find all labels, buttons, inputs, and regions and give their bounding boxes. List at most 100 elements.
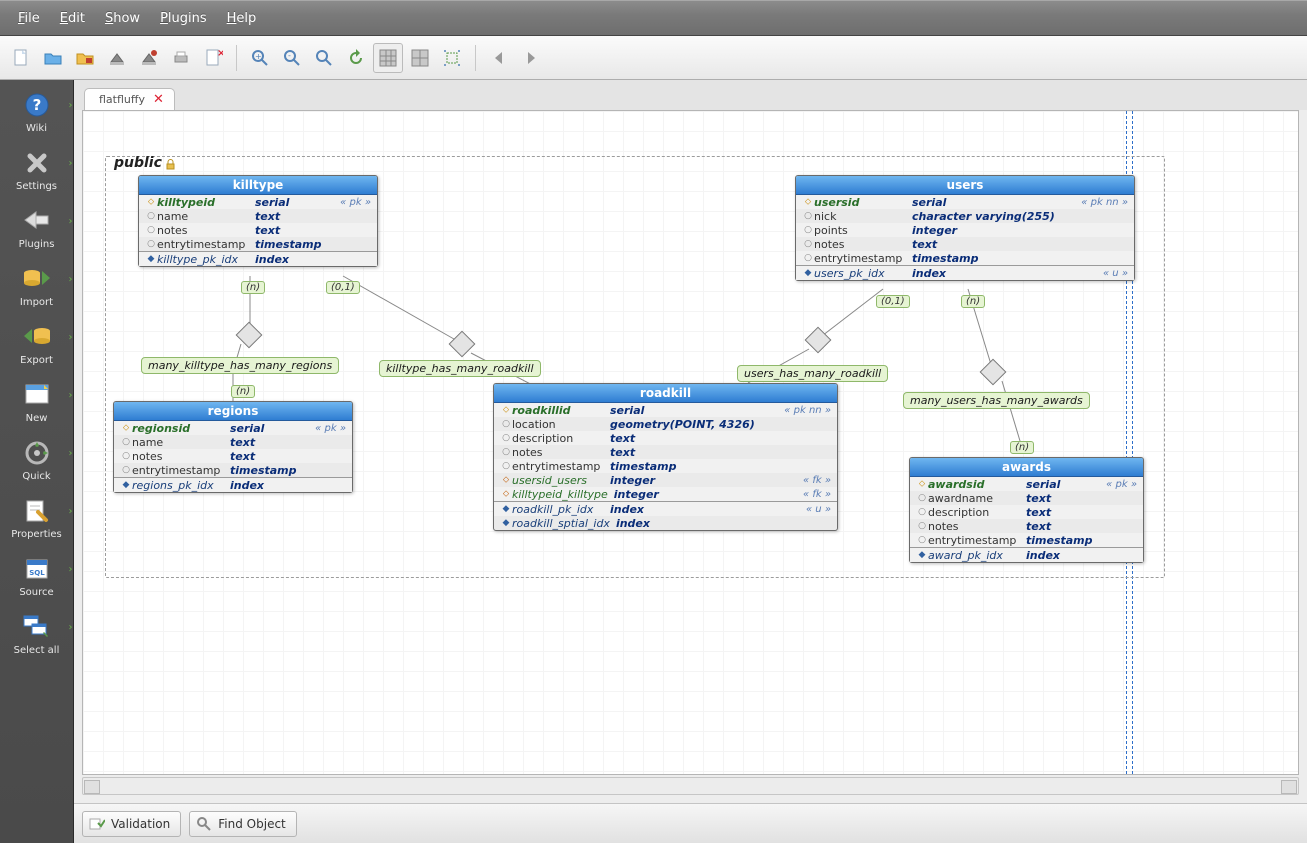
table-row[interactable]: ◆users_pk_idxindex« u »	[796, 266, 1134, 280]
table-row[interactable]: ○notestext	[796, 237, 1134, 251]
table-row[interactable]: ◆award_pk_idxindex	[910, 548, 1143, 562]
column-name: notes	[928, 520, 1020, 533]
folder-locked-icon[interactable]	[70, 43, 100, 73]
table-row[interactable]: ○notestext	[139, 223, 377, 237]
menu-help[interactable]: Help	[217, 5, 267, 32]
table-regions[interactable]: regions ⬦regionsidserial« pk »○nametext○…	[113, 401, 353, 493]
table-row[interactable]: ○entrytimestamptimestamp	[910, 533, 1143, 547]
table-row[interactable]: ○nickcharacter varying(255)	[796, 209, 1134, 223]
column-type: serial	[249, 196, 336, 209]
svg-text:+: +	[255, 52, 262, 61]
menu-show[interactable]: Show	[95, 5, 150, 32]
table-roadkill[interactable]: roadkill ⬦roadkillidserial« pk nn »○loca…	[493, 383, 838, 531]
table-row[interactable]: ◆killtype_pk_idxindex	[139, 252, 377, 266]
rel-users-roadkill[interactable]: users_has_many_roadkill	[737, 365, 888, 382]
rel-killtype-regions[interactable]: many_killtype_has_many_regions	[141, 357, 339, 374]
menu-plugins[interactable]: Plugins	[150, 5, 217, 32]
save-icon[interactable]	[102, 43, 132, 73]
column-name: name	[132, 436, 224, 449]
table-row[interactable]: ⬦regionsidserial« pk »	[114, 421, 352, 435]
close-file-icon[interactable]: ×	[198, 43, 228, 73]
cardinality: (n)	[241, 281, 265, 294]
grid-large-icon[interactable]	[405, 43, 435, 73]
snap-icon[interactable]	[437, 43, 467, 73]
print-icon[interactable]	[166, 43, 196, 73]
sidebar-import[interactable]: Import	[7, 264, 67, 308]
table-row[interactable]: ◆roadkill_pk_idxindex« u »	[494, 502, 837, 516]
diagram-canvas[interactable]: public	[83, 111, 1298, 774]
zoom-in-icon[interactable]: +	[245, 43, 275, 73]
column-icon: ○	[120, 437, 132, 447]
refresh-icon[interactable]	[341, 43, 371, 73]
sidebar: ?Wiki Settings Plugins Import Export New…	[0, 80, 74, 843]
table-row[interactable]: ⬦roadkillidserial« pk nn »	[494, 403, 837, 417]
table-row[interactable]: ○notestext	[494, 445, 837, 459]
sidebar-new[interactable]: New	[7, 380, 67, 424]
save-as-icon[interactable]	[134, 43, 164, 73]
table-row[interactable]: ◆regions_pk_idxindex	[114, 478, 352, 492]
column-name: name	[157, 210, 249, 223]
table-awards[interactable]: awards ⬦awardsidserial« pk »○awardnamete…	[909, 457, 1144, 563]
tab-close-icon[interactable]: ✕	[153, 93, 164, 106]
column-type: text	[604, 432, 827, 445]
table-row[interactable]: ○entrytimestamptimestamp	[139, 237, 377, 251]
table-row[interactable]: ◆roadkill_sptial_idxindex	[494, 516, 837, 530]
rel-users-awards[interactable]: many_users_has_many_awards	[903, 392, 1090, 409]
sidebar-new-label: New	[26, 413, 48, 424]
table-row[interactable]: ⬦usersidserial« pk nn »	[796, 195, 1134, 209]
main-area: flatfluffy ✕ public	[74, 80, 1307, 803]
sidebar-select-all[interactable]: Select all	[7, 612, 67, 656]
table-row[interactable]: ○descriptiontext	[494, 431, 837, 445]
open-folder-icon[interactable]	[38, 43, 68, 73]
sidebar-source[interactable]: SQLSource	[7, 554, 67, 598]
table-row[interactable]: ○entrytimestamptimestamp	[796, 251, 1134, 265]
tab-model[interactable]: flatfluffy ✕	[84, 88, 175, 110]
column-name: roadkill_pk_idx	[512, 503, 604, 516]
table-users[interactable]: users ⬦usersidserial« pk nn »○nickcharac…	[795, 175, 1135, 281]
sidebar-export[interactable]: Export	[7, 322, 67, 366]
tab-label: flatfluffy	[99, 93, 145, 106]
table-row[interactable]: ○nametext	[139, 209, 377, 223]
table-row[interactable]: ⬦killtypeidserial« pk »	[139, 195, 377, 209]
table-row[interactable]: ○notestext	[910, 519, 1143, 533]
sidebar-wiki[interactable]: ?Wiki	[7, 90, 67, 134]
index-icon: ◆	[500, 518, 512, 528]
column-name: points	[814, 224, 906, 237]
nav-prev-icon[interactable]	[484, 43, 514, 73]
rel-killtype-roadkill[interactable]: killtype_has_many_roadkill	[379, 360, 541, 377]
column-icon: ○	[500, 433, 512, 443]
zoom-out-icon[interactable]: -	[277, 43, 307, 73]
zoom-fit-icon[interactable]	[309, 43, 339, 73]
table-row[interactable]: ○locationgeometry(POINT, 4326)	[494, 417, 837, 431]
validation-button[interactable]: Validation	[82, 811, 181, 837]
table-row[interactable]: ○entrytimestamptimestamp	[494, 459, 837, 473]
table-row[interactable]: ○entrytimestamptimestamp	[114, 463, 352, 477]
nav-next-icon[interactable]	[516, 43, 546, 73]
sidebar-quick[interactable]: Quick	[7, 438, 67, 482]
find-object-button[interactable]: Find Object	[189, 811, 296, 837]
menu-edit[interactable]: Edit	[50, 5, 95, 32]
horizontal-scrollbar[interactable]	[82, 777, 1299, 795]
table-row[interactable]: ⬦usersid_usersinteger« fk »	[494, 473, 837, 487]
sidebar-settings[interactable]: Settings	[7, 148, 67, 192]
table-row[interactable]: ○awardnametext	[910, 491, 1143, 505]
table-killtype[interactable]: killtype ⬦killtypeidserial« pk »○nametex…	[138, 175, 378, 267]
menu-file[interactable]: File	[8, 5, 50, 32]
sidebar-plugins[interactable]: Plugins	[7, 206, 67, 250]
sidebar-properties[interactable]: Properties	[7, 496, 67, 540]
table-row[interactable]: ○pointsinteger	[796, 223, 1134, 237]
table-row[interactable]: ○nametext	[114, 435, 352, 449]
column-type: timestamp	[906, 252, 1124, 265]
table-row[interactable]: ⬦killtypeid_killtypeinteger« fk »	[494, 487, 837, 501]
grid-small-icon[interactable]	[373, 43, 403, 73]
pk-key-icon: ⬦	[145, 197, 157, 207]
column-icon: ○	[500, 461, 512, 471]
pk-key-icon: ⬦	[802, 197, 814, 207]
canvas-wrap: public	[82, 110, 1299, 775]
table-row[interactable]: ⬦awardsidserial« pk »	[910, 477, 1143, 491]
column-icon: ○	[916, 507, 928, 517]
table-row[interactable]: ○notestext	[114, 449, 352, 463]
new-file-icon[interactable]	[6, 43, 36, 73]
table-row[interactable]: ○descriptiontext	[910, 505, 1143, 519]
column-name: killtype_pk_idx	[157, 253, 249, 266]
